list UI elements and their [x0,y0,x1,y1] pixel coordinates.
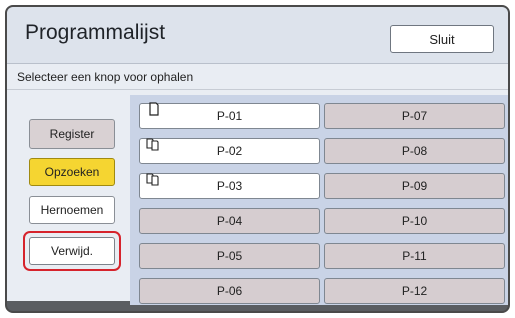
program-button-p02[interactable]: P-02 [139,138,320,164]
rename-button[interactable]: Hernoemen [29,196,115,224]
program-button-p08[interactable]: P-08 [324,138,505,164]
program-button-p05[interactable]: P-05 [139,243,320,269]
multi-page-icon [146,138,159,151]
content-area: Register Opzoeken Hernoemen Verwijd. P-0… [7,90,508,305]
program-label: P-01 [216,109,243,123]
program-label: P-09 [401,179,428,193]
program-button-p04[interactable]: P-04 [139,208,320,234]
program-button-p03[interactable]: P-03 [139,173,320,199]
program-label: P-03 [216,179,243,193]
program-label: P-05 [216,249,243,263]
program-label: P-07 [401,109,428,123]
program-label: P-12 [401,284,428,298]
program-label: P-02 [216,144,243,158]
title-bar: Programmalijst Sluit [7,7,508,64]
register-button[interactable]: Register [29,119,115,149]
program-button-p09[interactable]: P-09 [324,173,505,199]
program-list-dialog: Programmalijst Sluit Selecteer een knop … [5,5,510,313]
program-label: P-04 [216,214,243,228]
delete-button[interactable]: Verwijd. [29,237,115,265]
single-page-icon [149,102,159,116]
program-button-p12[interactable]: P-12 [324,278,505,304]
program-button-p07[interactable]: P-07 [324,103,505,129]
close-button[interactable]: Sluit [390,25,494,53]
search-button[interactable]: Opzoeken [29,158,115,186]
program-label: P-10 [401,214,428,228]
instruction-bar: Selecteer een knop voor ophalen [7,64,508,90]
program-label: P-06 [216,284,243,298]
program-button-p10[interactable]: P-10 [324,208,505,234]
program-button-p06[interactable]: P-06 [139,278,320,304]
program-label: P-08 [401,144,428,158]
program-label: P-11 [402,249,427,263]
program-grid: P-01 P-02 P-03 P-04 P-05 P-06 P-07 P-08 … [130,95,508,305]
dialog-title: Programmalijst [25,21,166,44]
program-button-p01[interactable]: P-01 [139,102,320,129]
multi-page-icon [146,173,159,186]
program-button-p11[interactable]: P-11 [324,243,505,269]
instruction-text: Selecteer een knop voor ophalen [17,70,194,84]
